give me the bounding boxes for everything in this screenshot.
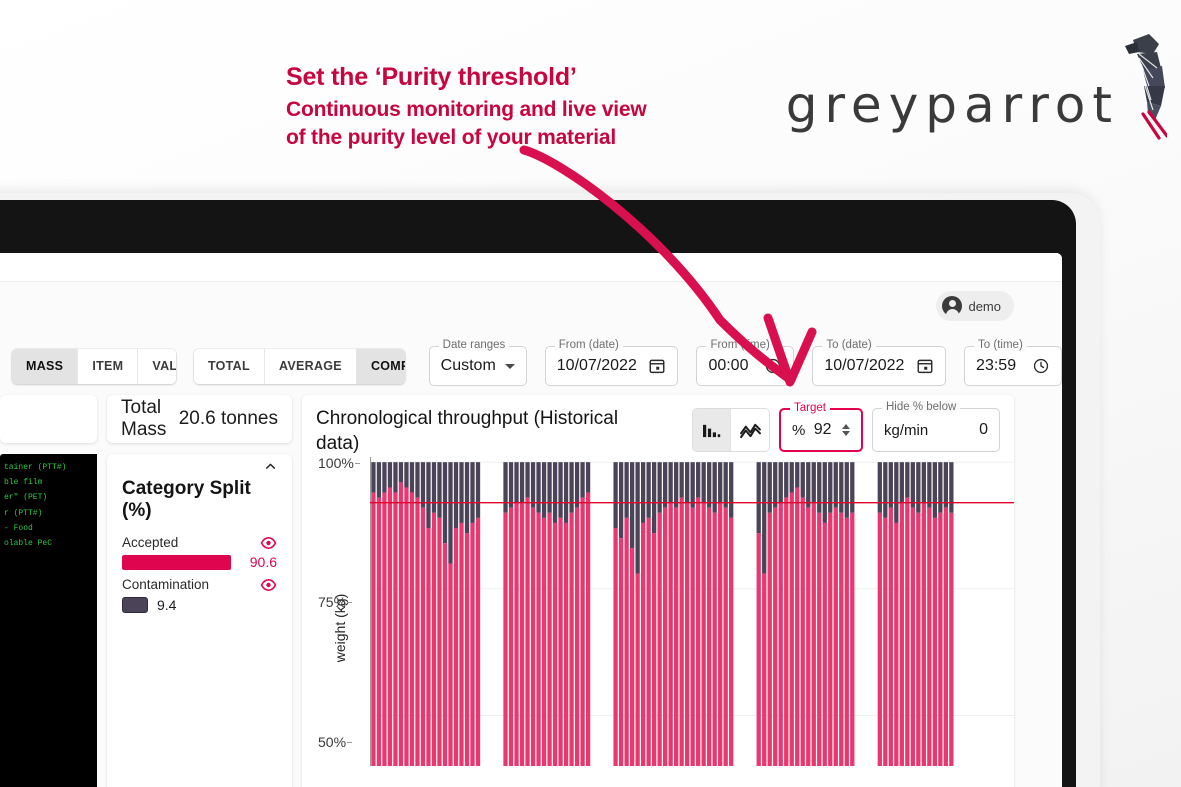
device-screen: demo MASS ITEM VALUE TOTAL AVERAGE COMP … [0, 253, 1062, 787]
brand-logo: greyparrot [786, 80, 1119, 130]
category-swatch-row: 9.4 [122, 597, 277, 613]
category-bar-fill [122, 554, 232, 570]
app-topbar [0, 253, 1062, 282]
to-date-value: 10/07/2022 [824, 357, 905, 374]
from-time-legend: From (time) [706, 339, 774, 351]
target-field[interactable]: Target % 92 [779, 402, 863, 452]
from-time-field[interactable]: From (time) 00:00 [696, 339, 795, 386]
from-date-field[interactable]: From (date) 10/07/2022 [544, 339, 679, 386]
hide-below-field[interactable]: Hide % below kg/min 0 [872, 401, 1000, 452]
toolbar: MASS ITEM VALUE TOTAL AVERAGE COMP (%) D… [0, 337, 1062, 395]
total-mass-card: Total Mass 20.6 tonnes [107, 395, 292, 443]
category-bar-track [122, 554, 243, 570]
to-time-field[interactable]: To (time) 23:59 [964, 339, 1062, 386]
aggregate-button-group: TOTAL AVERAGE COMP (%) [193, 348, 405, 384]
annotation-line-3: of the purity level of your material [286, 125, 617, 149]
total-mass-label: Total Mass [121, 397, 167, 440]
metric-option-value[interactable]: VALUE [138, 348, 176, 384]
chart-header: Chronological throughput (Historical dat… [302, 395, 1014, 456]
terminal-line: olable PeC [4, 538, 53, 548]
total-mass-value: 20.6 tonnes [178, 408, 278, 429]
category-value: 90.6 [249, 554, 277, 570]
aggregate-option-average[interactable]: AVERAGE [264, 348, 357, 384]
aggregate-option-total[interactable]: TOTAL [193, 348, 265, 384]
target-unit: % [792, 421, 806, 439]
to-time-value: 23:59 [976, 357, 1017, 374]
chevron-down-icon [504, 363, 515, 369]
chart-panel: Chronological throughput (Historical dat… [302, 395, 1014, 787]
page-root: Set the ‘Purity threshold’ Continuous mo… [0, 0, 1181, 787]
left-stub-card [0, 395, 97, 443]
user-name: demo [968, 298, 1001, 314]
from-date-legend: From (date) [554, 339, 623, 351]
bar-chart-plot [370, 457, 1014, 767]
line-chart-icon[interactable] [731, 409, 769, 451]
to-time-legend: To (time) [974, 339, 1027, 351]
spinner-icon[interactable] [841, 424, 850, 436]
category-bar-row: 90.6 [122, 554, 277, 570]
to-date-legend: To (date) [822, 339, 876, 351]
hide-below-value[interactable]: 0 [979, 421, 988, 439]
calendar-icon[interactable] [648, 357, 666, 375]
terminal-line: r (PTT#) [4, 508, 43, 518]
y-tick-label: 75% [318, 594, 353, 611]
annotation-callout: Set the ‘Purity threshold’ Continuous mo… [286, 63, 647, 152]
category-color-swatch [122, 597, 148, 613]
date-ranges-value: Custom [440, 357, 496, 374]
date-ranges-legend: Date ranges [438, 339, 510, 351]
annotation-line-1: Set the ‘Purity threshold’ [286, 63, 577, 91]
eye-icon[interactable] [260, 578, 277, 591]
category-name: Accepted [122, 535, 179, 550]
y-tick-label: 50% [318, 734, 353, 751]
hide-below-legend: Hide % below [882, 401, 961, 413]
application-window: demo MASS ITEM VALUE TOTAL AVERAGE COMP … [0, 253, 1062, 787]
category-split-title: Category Split (%) [122, 478, 251, 521]
bar-chart-icon[interactable] [693, 409, 731, 451]
hide-below-unit: kg/min [884, 421, 929, 439]
target-legend: Target [790, 402, 830, 414]
user-badge[interactable]: demo [936, 291, 1014, 321]
category-split-item-accepted: Accepted 90.6 [122, 535, 277, 570]
terminal-panel: tainer (PTT#) ble film er" (PET) r (PTT#… [0, 454, 97, 787]
clock-icon[interactable] [1032, 357, 1050, 375]
metric-option-mass[interactable]: MASS [12, 348, 79, 384]
left-column: tainer (PTT#) ble film er" (PET) r (PTT#… [0, 395, 97, 787]
terminal-line: tainer (PTT#) [4, 463, 67, 472]
terminal-line: ble film [4, 478, 43, 488]
summary-column: Total Mass 20.6 tonnes Category Split (%… [107, 395, 292, 787]
plot-area: weight (kg) 100% 75% 50% [302, 454, 1014, 787]
terminal-line: - Food [4, 523, 33, 533]
calendar-icon[interactable] [916, 357, 934, 375]
from-date-value: 10/07/2022 [556, 357, 637, 374]
category-value: 9.4 [157, 597, 177, 613]
split-head: Accepted [122, 535, 277, 550]
terminal-line: er" (PET) [4, 493, 48, 503]
collapse-row [122, 460, 277, 476]
y-tick-label: 100% [318, 454, 360, 471]
aggregate-option-comp[interactable]: COMP (%) [356, 348, 405, 384]
account-circle-icon [942, 296, 963, 317]
chevron-up-icon[interactable] [264, 460, 277, 473]
brand-wordmark: greyparrot [785, 76, 1119, 134]
category-split-item-contamination: Contamination 9.4 [122, 577, 277, 613]
parrot-icon [1125, 34, 1167, 140]
category-split-card: Category Split (%) Accepted 90.6 Contami… [107, 454, 292, 787]
clock-icon[interactable] [764, 357, 782, 375]
chart-view-toggle [692, 408, 770, 452]
eye-icon[interactable] [260, 536, 277, 549]
target-value[interactable]: 92 [814, 421, 832, 439]
metric-option-item[interactable]: ITEM [78, 348, 139, 384]
date-ranges-select[interactable]: Date ranges Custom [428, 339, 527, 386]
from-time-value: 00:00 [708, 357, 749, 374]
chart-controls: Target % 92 Hide % below kg/min 0 [692, 401, 1000, 452]
to-date-field[interactable]: To (date) 10/07/2022 [812, 339, 947, 386]
chart-title: Chronological throughput (Historical dat… [316, 408, 619, 455]
metric-button-group: MASS ITEM VALUE [12, 348, 176, 384]
split-head: Contamination [122, 577, 277, 592]
content-area: tainer (PTT#) ble film er" (PET) r (PTT#… [0, 395, 1062, 787]
category-name: Contamination [122, 577, 210, 592]
annotation-line-2: Continuous monitoring and live view [286, 97, 647, 121]
